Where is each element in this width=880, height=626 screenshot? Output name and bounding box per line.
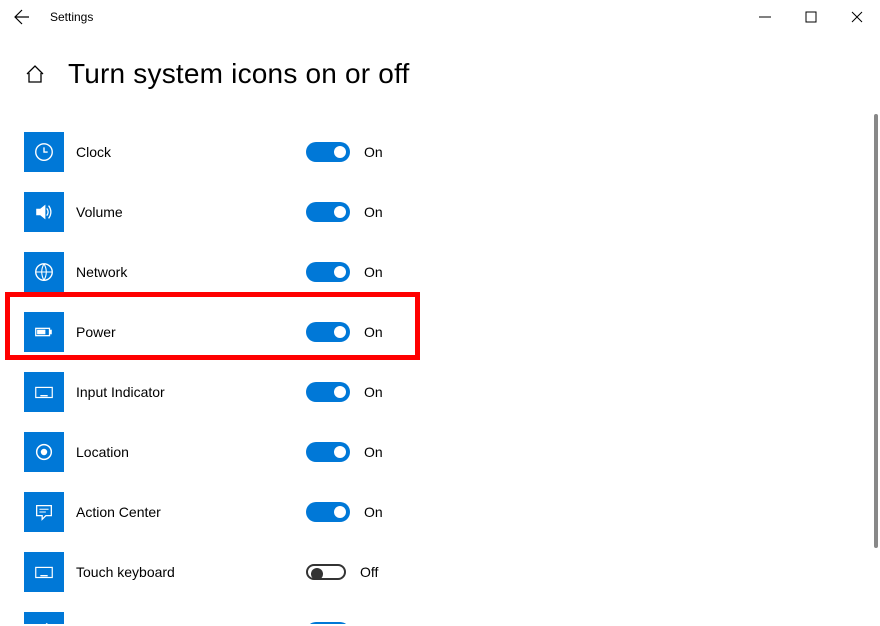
toggle-state-label: On <box>364 444 383 460</box>
toggle-windows-ink[interactable] <box>306 622 350 624</box>
location-icon <box>24 432 64 472</box>
minimize-icon <box>759 11 771 23</box>
home-icon <box>25 64 45 84</box>
toggle-knob <box>334 446 346 458</box>
row-volume: Volume On <box>24 182 872 242</box>
vertical-scrollbar[interactable] <box>874 114 878 624</box>
toggle-volume[interactable] <box>306 202 350 222</box>
row-label: Touch keyboard <box>76 564 306 580</box>
toggle-state-label: On <box>364 204 383 220</box>
row-label: Volume <box>76 204 306 220</box>
toggle-clock[interactable] <box>306 142 350 162</box>
row-label: Clock <box>76 144 306 160</box>
clock-icon <box>24 132 64 172</box>
content-area: ClockOnVolumeOnNetworkOnPowerOnInput Ind… <box>0 114 880 624</box>
toggle-input-indicator[interactable] <box>306 382 350 402</box>
row-input-indicator: Input Indicator On <box>24 362 872 422</box>
scrollbar-thumb[interactable] <box>874 114 878 548</box>
row-touch-keyboard: Touch keyboard Off <box>24 542 872 602</box>
window-controls <box>742 0 880 34</box>
pen-icon <box>24 612 64 624</box>
action-center-icon <box>24 492 64 532</box>
toggle-network[interactable] <box>306 262 350 282</box>
row-network: Network On <box>24 242 872 302</box>
toggle-knob <box>334 386 346 398</box>
toggle-knob <box>311 568 323 580</box>
row-label: Location <box>76 444 306 460</box>
toggle-power[interactable] <box>306 322 350 342</box>
toggle-state-label: Off <box>360 564 378 580</box>
toggle-state-label: On <box>364 324 383 340</box>
row-action-center: Action Center On <box>24 482 872 542</box>
toggle-knob <box>334 206 346 218</box>
row-windows-ink: Windows Ink WorkspaceOn <box>24 602 872 624</box>
close-button[interactable] <box>834 0 880 34</box>
minimize-button[interactable] <box>742 0 788 34</box>
close-icon <box>851 11 863 23</box>
icon-toggle-list: ClockOnVolumeOnNetworkOnPowerOnInput Ind… <box>0 114 872 624</box>
window-title: Settings <box>50 10 93 24</box>
toggle-action-center[interactable] <box>306 502 350 522</box>
toggle-knob <box>334 146 346 158</box>
toggle-location[interactable] <box>306 442 350 462</box>
page-title: Turn system icons on or off <box>68 58 410 90</box>
row-label: Action Center <box>76 504 306 520</box>
maximize-icon <box>805 11 817 23</box>
toggle-knob <box>334 266 346 278</box>
toggle-state-label: On <box>364 264 383 280</box>
page-header: Turn system icons on or off <box>0 34 880 114</box>
row-label: Network <box>76 264 306 280</box>
power-icon <box>24 312 64 352</box>
row-label: Input Indicator <box>76 384 306 400</box>
keyboard-icon <box>24 552 64 592</box>
maximize-button[interactable] <box>788 0 834 34</box>
toggle-state-label: On <box>364 384 383 400</box>
toggle-touch-keyboard[interactable] <box>306 564 346 580</box>
toggle-knob <box>334 506 346 518</box>
volume-icon <box>24 192 64 232</box>
row-label: Power <box>76 324 306 340</box>
home-button[interactable] <box>24 63 46 85</box>
toggle-state-label: On <box>364 504 383 520</box>
row-location: Location On <box>24 422 872 482</box>
network-icon <box>24 252 64 292</box>
row-clock: Clock On <box>24 122 872 182</box>
back-button[interactable] <box>0 0 44 34</box>
row-power: Power On <box>24 302 872 362</box>
titlebar: Settings <box>0 0 880 34</box>
toggle-knob <box>334 326 346 338</box>
arrow-left-icon <box>14 9 30 25</box>
keyboard-icon <box>24 372 64 412</box>
toggle-state-label: On <box>364 144 383 160</box>
